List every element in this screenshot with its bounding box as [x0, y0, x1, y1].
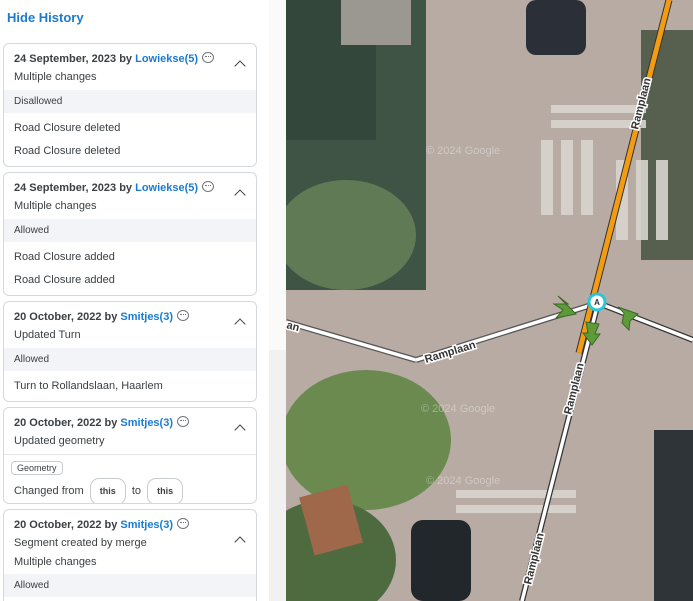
change-row: Road Closure deleted — [14, 122, 121, 134]
comment-icon[interactable] — [177, 310, 189, 321]
map-view[interactable]: A Ramplaan Ramplaan Ramplaan Ramplaan an… — [286, 0, 693, 601]
comment-icon[interactable] — [177, 518, 189, 529]
entry-date: 24 September, 2023 — [14, 182, 117, 194]
entry-header[interactable]: 20 October, 2022 by Smitjes(3) Updated g… — [4, 408, 256, 451]
history-entry[interactable]: 20 October, 2022 by Smitjes(3) Segment c… — [3, 509, 257, 601]
user-link[interactable]: Lowiekse(5) — [135, 182, 198, 194]
entry-summary: Multiple changes — [14, 71, 97, 83]
status-label: Allowed — [4, 348, 256, 371]
entry-date: 20 October, 2022 — [14, 519, 102, 531]
history-panel: Hide History 24 September, 2023 by Lowie… — [0, 0, 269, 601]
comment-icon[interactable] — [202, 181, 215, 192]
comment-icon[interactable] — [177, 416, 189, 427]
by-label: by — [104, 519, 118, 531]
hide-history-link[interactable]: Hide History — [7, 10, 84, 25]
entry-summary: Segment created by merge — [14, 537, 147, 549]
by-label: by — [119, 53, 133, 65]
history-entry[interactable]: 24 September, 2023 by Lowiekse(5) Multip… — [3, 172, 257, 296]
entry-date: 24 September, 2023 — [14, 53, 117, 65]
map-watermark: © 2024 Google — [426, 145, 500, 157]
change-row: Road Closure deleted — [14, 145, 121, 157]
entry-header[interactable]: 24 September, 2023 by Lowiekse(5) Multip… — [4, 44, 256, 87]
entry-date: 20 October, 2022 — [14, 417, 102, 429]
change-row: Road Closure added — [14, 274, 115, 286]
node-label: A — [594, 298, 600, 307]
by-label: by — [119, 182, 133, 194]
to-label: to — [131, 485, 142, 497]
entry-summary-secondary: Multiple changes — [14, 556, 97, 568]
user-link[interactable]: Smitjes(3) — [120, 311, 173, 323]
tree-area — [286, 370, 451, 510]
map-canvas[interactable]: A Ramplaan Ramplaan Ramplaan Ramplaan an… — [286, 0, 693, 601]
this-pill-before[interactable]: this — [89, 478, 126, 503]
entry-date: 20 October, 2022 — [14, 311, 102, 323]
changed-from-label: Changed from — [14, 485, 84, 497]
entry-header[interactable]: 20 October, 2022 by Smitjes(3) Segment c… — [4, 510, 256, 572]
entry-header[interactable]: 24 September, 2023 by Lowiekse(5) Multip… — [4, 173, 256, 216]
change-row: Road Closure added — [14, 251, 115, 263]
status-label: Allowed — [4, 574, 256, 597]
this-pill-after[interactable]: this — [147, 478, 184, 503]
by-label: by — [104, 417, 118, 429]
change-row: Turn to Rollandslaan, Haarlem — [14, 380, 163, 392]
entry-summary: Updated Turn — [14, 329, 81, 341]
entry-header[interactable]: 20 October, 2022 by Smitjes(3) Updated T… — [4, 302, 256, 345]
user-link[interactable]: Smitjes(3) — [120, 519, 173, 531]
comment-icon[interactable] — [202, 52, 215, 63]
scrollbar-thumb[interactable] — [269, 0, 286, 350]
map-watermark: © 2024 Google — [421, 403, 495, 415]
history-entry[interactable]: 24 September, 2023 by Lowiekse(5) Multip… — [3, 43, 257, 167]
user-link[interactable]: Lowiekse(5) — [135, 53, 198, 65]
map-watermark: © 2024 Google — [426, 475, 500, 487]
history-entry[interactable]: 20 October, 2022 by Smitjes(3) Updated T… — [3, 301, 257, 402]
entry-summary: Multiple changes — [14, 200, 97, 212]
status-label: Allowed — [4, 219, 256, 242]
status-label: Disallowed — [4, 90, 256, 113]
geometry-tag: Geometry — [11, 461, 63, 475]
by-label: by — [104, 311, 118, 323]
history-entry[interactable]: 20 October, 2022 by Smitjes(3) Updated g… — [3, 407, 257, 504]
entry-summary: Updated geometry — [14, 435, 105, 447]
user-link[interactable]: Smitjes(3) — [120, 417, 173, 429]
panel-scrollbar[interactable] — [269, 0, 286, 601]
